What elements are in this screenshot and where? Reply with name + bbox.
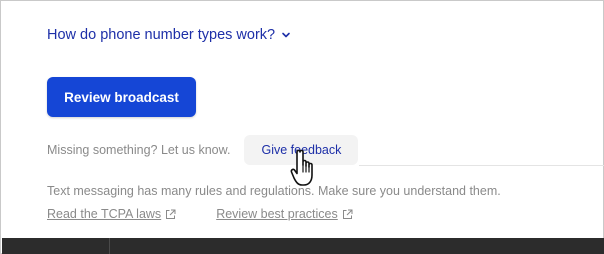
bottom-bar — [2, 238, 604, 254]
tcpa-laws-link-label: Read the TCPA laws — [47, 207, 162, 221]
phone-number-types-label: How do phone number types work? — [47, 27, 276, 43]
compliance-text: Text messaging has many rules and regula… — [47, 184, 501, 198]
feedback-prompt: Missing something? Let us know. — [47, 143, 231, 157]
bottom-bar-separator — [109, 238, 110, 254]
panel: How do phone number types work? Review b… — [0, 0, 604, 254]
divider — [359, 165, 604, 166]
best-practices-link[interactable]: Review best practices — [216, 207, 353, 221]
phone-number-types-toggle[interactable]: How do phone number types work? — [47, 27, 291, 43]
review-broadcast-button[interactable]: Review broadcast — [47, 77, 196, 117]
best-practices-link-label: Review best practices — [216, 207, 338, 221]
external-link-icon — [166, 209, 176, 219]
tcpa-laws-link[interactable]: Read the TCPA laws — [47, 207, 176, 221]
compliance-links: Read the TCPA laws Review best practices — [47, 207, 353, 221]
external-link-icon — [342, 209, 353, 219]
chevron-down-icon — [282, 32, 290, 38]
give-feedback-button[interactable]: Give feedback — [244, 135, 359, 165]
feedback-row: Missing something? Let us know. Give fee… — [47, 135, 359, 165]
